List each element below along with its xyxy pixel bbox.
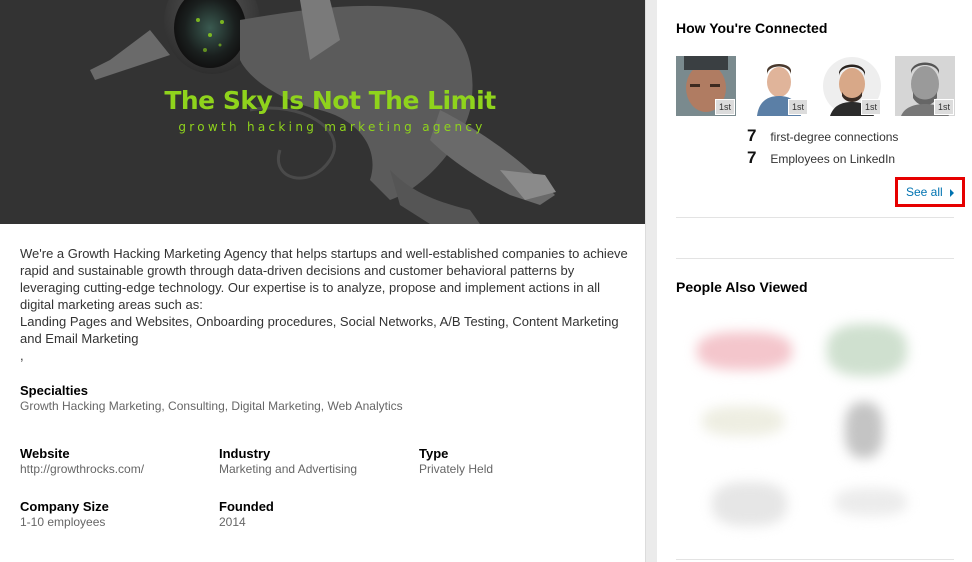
first-degree-connections[interactable]: 7 first-degree connections: [747, 126, 898, 146]
first-degree-label: first-degree connections: [770, 130, 899, 144]
first-degree-badge: 1st: [860, 99, 881, 115]
website-field: Website http://growthrocks.com/: [20, 446, 144, 476]
first-degree-badge: 1st: [933, 99, 954, 115]
employees-label: Employees on LinkedIn: [770, 152, 896, 166]
connection-avatar-1[interactable]: 1st: [676, 56, 736, 116]
first-degree-count: 7: [747, 126, 757, 145]
description-trailing: ,: [20, 348, 24, 363]
website-label: Website: [20, 446, 70, 461]
connection-avatar-3[interactable]: 1st: [822, 56, 882, 116]
description-areas: Landing Pages and Websites, Onboarding p…: [20, 314, 619, 346]
connections-title: How You're Connected: [676, 20, 828, 36]
employees-on-linkedin[interactable]: 7 Employees on LinkedIn: [747, 148, 895, 168]
industry-label: Industry: [219, 446, 271, 461]
first-degree-badge: 1st: [787, 99, 808, 115]
blurred-company-logo[interactable]: [712, 482, 787, 526]
section-divider: [676, 559, 954, 560]
website-link[interactable]: http://growthrocks.com/: [20, 462, 144, 476]
company-description: We're a Growth Hacking Marketing Agency …: [20, 245, 630, 364]
blurred-company-logo[interactable]: [845, 402, 883, 458]
sidebar: How You're Connected 1st 1st 1st 1st 7 f…: [657, 0, 972, 562]
founded-value: 2014: [219, 515, 246, 529]
see-all-label: See all: [905, 185, 943, 199]
founded-label: Founded: [219, 499, 274, 514]
type-value: Privately Held: [419, 462, 494, 476]
connection-avatar-2[interactable]: 1st: [749, 56, 809, 116]
type-field: Type Privately Held: [419, 446, 493, 476]
description-paragraph: We're a Growth Hacking Marketing Agency …: [20, 246, 628, 312]
industry-field: Industry Marketing and Advertising: [219, 446, 357, 476]
people-also-viewed-title: People Also Viewed: [676, 279, 808, 295]
first-degree-badge: 1st: [714, 99, 735, 115]
founded-field: Founded 2014: [219, 499, 274, 529]
type-label: Type: [419, 446, 449, 461]
section-divider: [676, 217, 954, 218]
blurred-company-logo[interactable]: [835, 488, 907, 516]
section-divider: [676, 258, 954, 259]
specialties-value: Growth Hacking Marketing, Consulting, Di…: [20, 399, 403, 413]
company-size-label: Company Size: [20, 499, 109, 514]
caret-right-icon: [950, 188, 955, 197]
company-main-panel: The Sky Is Not The Limit growth hacking …: [0, 0, 645, 562]
company-cover-image: The Sky Is Not The Limit growth hacking …: [0, 0, 645, 224]
column-divider: [645, 0, 657, 562]
blurred-company-logo[interactable]: [697, 332, 792, 370]
industry-value: Marketing and Advertising: [219, 462, 358, 476]
connection-avatar-4[interactable]: 1st: [895, 56, 955, 116]
company-size-field: Company Size 1-10 employees: [20, 499, 109, 529]
specialties-label: Specialties: [20, 383, 88, 398]
blurred-company-logo[interactable]: [827, 324, 907, 376]
company-size-value: 1-10 employees: [20, 515, 106, 529]
blurred-company-logo[interactable]: [702, 406, 784, 436]
banner-title: The Sky Is Not The Limit: [164, 86, 496, 115]
banner-tagline: growth hacking marketing agency: [178, 120, 486, 134]
see-all-button[interactable]: See all: [895, 177, 965, 207]
specialties-field: Specialties Growth Hacking Marketing, Co…: [20, 383, 403, 413]
employees-count: 7: [747, 148, 757, 167]
